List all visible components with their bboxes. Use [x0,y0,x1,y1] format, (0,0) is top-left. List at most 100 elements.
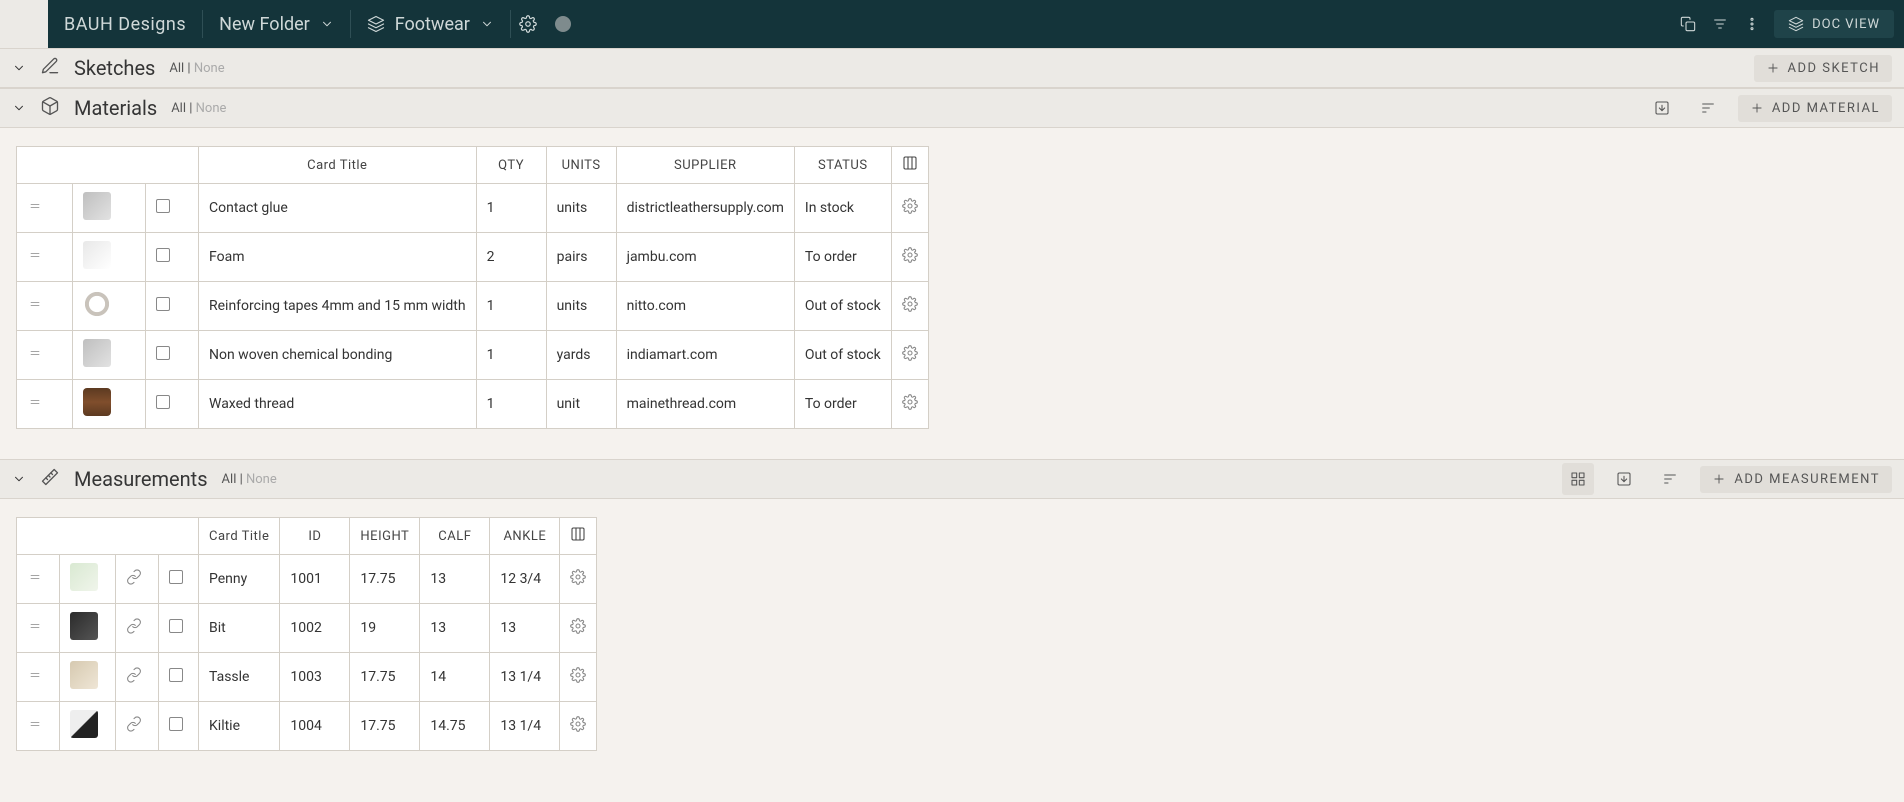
drag-handle-icon[interactable] [27,249,43,265]
thumbnail[interactable] [83,339,111,367]
cell-qty[interactable]: 1 [476,184,546,233]
cell-id[interactable]: 1003 [280,653,350,702]
cell-status[interactable]: In stock [794,184,891,233]
project-dropdown[interactable]: Footwear [351,14,510,35]
cell-id[interactable]: 1004 [280,702,350,751]
row-checkbox[interactable] [156,395,170,409]
table-row[interactable]: Foam2pairsjambu.comTo order [17,233,929,282]
row-settings[interactable] [902,349,918,365]
cell-units[interactable]: units [546,282,616,331]
link-icon[interactable] [126,720,142,736]
thumbnail[interactable] [83,241,111,269]
row-settings[interactable] [902,398,918,414]
filter-button[interactable] [1704,8,1736,40]
cell-title[interactable]: Foam [199,233,477,282]
cell-height[interactable]: 17.75 [350,653,420,702]
copy-button[interactable] [1672,8,1704,40]
drag-handle-icon[interactable] [27,718,43,734]
cell-units[interactable]: unit [546,380,616,429]
row-settings[interactable] [570,622,586,638]
link-icon[interactable] [126,622,142,638]
table-row[interactable]: Contact glue1unitsdistrictleathersupply.… [17,184,929,233]
table-row[interactable]: Tassle100317.751413 1/4 [17,653,597,702]
cell-supplier[interactable]: indiamart.com [616,331,794,380]
row-checkbox[interactable] [169,717,183,731]
columns-config[interactable] [891,147,928,184]
col-supplier[interactable]: SUPPLIER [616,147,794,184]
sort-button[interactable] [1654,463,1686,495]
cell-title[interactable]: Non woven chemical bonding [199,331,477,380]
table-row[interactable]: Penny100117.751312 3/4 [17,555,597,604]
col-ankle[interactable]: ANKLE [490,518,560,555]
drag-handle-icon[interactable] [27,200,43,216]
thumbnail[interactable] [70,563,98,591]
cell-ankle[interactable]: 12 3/4 [490,555,560,604]
cell-ankle[interactable]: 13 1/4 [490,653,560,702]
cell-units[interactable]: units [546,184,616,233]
cell-calf[interactable]: 14.75 [420,702,490,751]
cell-calf[interactable]: 13 [420,555,490,604]
cell-title[interactable]: Penny [199,555,280,604]
table-row[interactable]: Bit1002191313 [17,604,597,653]
table-row[interactable]: Non woven chemical bonding1yardsindiamar… [17,331,929,380]
drag-handle-icon[interactable] [27,396,43,412]
add-sketch-button[interactable]: ADD SKETCH [1754,55,1892,82]
col-card-title[interactable]: Card Title [199,518,280,555]
row-checkbox[interactable] [169,619,183,633]
row-settings[interactable] [902,300,918,316]
drag-handle-icon[interactable] [27,571,43,587]
cell-units[interactable]: yards [546,331,616,380]
chevron-down-icon[interactable] [12,61,26,75]
doc-view-button[interactable]: DOC VIEW [1774,10,1894,38]
cell-units[interactable]: pairs [546,233,616,282]
drag-handle-icon[interactable] [27,620,43,636]
cell-title[interactable]: Kiltie [199,702,280,751]
cell-height[interactable]: 19 [350,604,420,653]
table-row[interactable]: Reinforcing tapes 4mm and 15 mm width1un… [17,282,929,331]
cell-supplier[interactable]: districtleathersupply.com [616,184,794,233]
col-id[interactable]: ID [280,518,350,555]
cell-supplier[interactable]: mainethread.com [616,380,794,429]
row-checkbox[interactable] [169,570,183,584]
thumbnail[interactable] [83,290,111,318]
cell-title[interactable]: Contact glue [199,184,477,233]
row-checkbox[interactable] [156,199,170,213]
add-material-button[interactable]: ADD MATERIAL [1738,95,1892,122]
col-units[interactable]: UNITS [546,147,616,184]
thumbnail[interactable] [70,661,98,689]
link-icon[interactable] [126,671,142,687]
cell-height[interactable]: 17.75 [350,702,420,751]
sort-button[interactable] [1692,92,1724,124]
row-settings[interactable] [902,251,918,267]
col-card-title[interactable]: Card Title [199,147,477,184]
cell-qty[interactable]: 1 [476,282,546,331]
thumbnail[interactable] [70,710,98,738]
cell-status[interactable]: Out of stock [794,282,891,331]
more-button[interactable] [1736,8,1768,40]
cell-id[interactable]: 1002 [280,604,350,653]
cell-status[interactable]: To order [794,380,891,429]
link-icon[interactable] [126,573,142,589]
drag-handle-icon[interactable] [27,298,43,314]
cell-title[interactable]: Tassle [199,653,280,702]
cell-qty[interactable]: 2 [476,233,546,282]
columns-config[interactable] [560,518,597,555]
cell-title[interactable]: Waxed thread [199,380,477,429]
cell-qty[interactable]: 1 [476,331,546,380]
filter-links[interactable]: All | None [169,61,224,76]
cell-status[interactable]: To order [794,233,891,282]
cell-title[interactable]: Reinforcing tapes 4mm and 15 mm width [199,282,477,331]
cell-height[interactable]: 17.75 [350,555,420,604]
cell-supplier[interactable]: nitto.com [616,282,794,331]
row-checkbox[interactable] [156,297,170,311]
col-height[interactable]: HEIGHT [350,518,420,555]
cell-ankle[interactable]: 13 1/4 [490,702,560,751]
filter-links[interactable]: All | None [222,472,277,487]
import-button[interactable] [1608,463,1640,495]
table-row[interactable]: Kiltie100417.7514.7513 1/4 [17,702,597,751]
cell-supplier[interactable]: jambu.com [616,233,794,282]
table-row[interactable]: Waxed thread1unitmainethread.comTo order [17,380,929,429]
row-settings[interactable] [902,202,918,218]
row-checkbox[interactable] [156,248,170,262]
drag-handle-icon[interactable] [27,669,43,685]
